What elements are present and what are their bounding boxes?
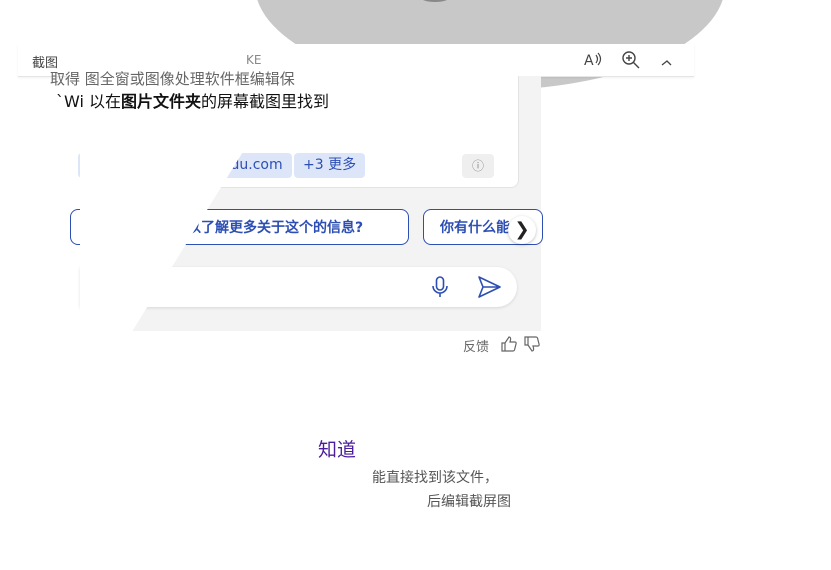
toolbar-mid-text: KE <box>246 53 262 67</box>
more-sources-chip[interactable]: +3 更多 <box>294 153 366 178</box>
answer-bold-text: 图片文件夹 <box>121 92 202 111</box>
svg-text:A: A <box>584 53 594 69</box>
thumbs-down-icon[interactable] <box>523 335 541 353</box>
info-icon[interactable]: ⓘ <box>462 154 494 178</box>
microphone-icon[interactable] <box>428 275 452 299</box>
zoom-in-icon[interactable] <box>620 49 642 71</box>
send-icon[interactable] <box>476 275 502 299</box>
answer-line-1: 取得 图全窗或图像处理软件框编辑保 <box>50 70 295 88</box>
feedback-label[interactable]: 反馈 <box>463 336 489 355</box>
result-snippet-line-2: 后编辑截屏图 <box>427 494 511 510</box>
answer-line-2: `Wi 以在图片文件夹的屏幕截图里找到 <box>56 92 330 111</box>
chat-panel: 取得 图全窗或图像处理软件框编辑保 `Wi 以在图片文件夹的屏幕截图里找到 om… <box>50 70 543 416</box>
panel-mask <box>80 116 265 416</box>
result-title[interactable]: 知道 <box>318 435 356 462</box>
result-snippet-line-1: 能直接找到该文件， <box>372 470 498 486</box>
chevron-right-icon[interactable]: ❯ <box>508 216 536 244</box>
favorites-icon[interactable] <box>658 49 680 71</box>
thumbs-up-icon[interactable] <box>500 335 518 353</box>
read-aloud-icon[interactable]: A <box>582 49 604 71</box>
